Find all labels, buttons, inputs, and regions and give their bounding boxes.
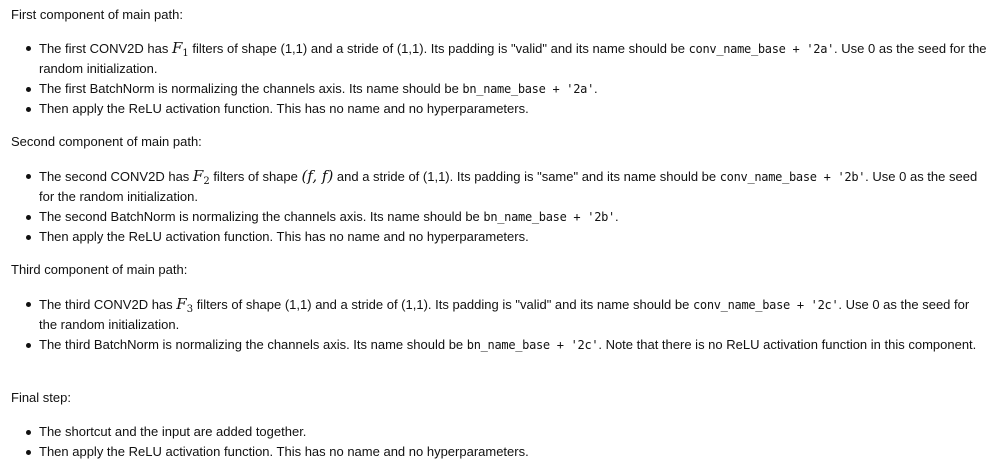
math-symbol: F — [171, 39, 183, 57]
text: . — [614, 209, 619, 224]
text: Then apply the ReLU activation function.… — [39, 229, 529, 244]
text: Then apply the ReLU activation function.… — [39, 101, 529, 116]
text: The second CONV2D has — [39, 169, 193, 184]
bullet-final-relu: Then apply the ReLU activation function.… — [11, 442, 989, 462]
bullet-third-conv2d: The third CONV2D has F3 filters of shape… — [11, 294, 989, 335]
text: The shortcut and the input are added tog… — [39, 424, 307, 439]
text: filters of shape (1,1) and a stride of (… — [188, 41, 689, 56]
math-symbol: F — [192, 167, 204, 185]
inline-code: bn_name_base + '2b' — [483, 210, 615, 224]
math-symbol: F — [176, 295, 187, 313]
bullet-second-relu: Then apply the ReLU activation function.… — [11, 227, 989, 247]
bullet-first-relu: Then apply the ReLU activation function.… — [11, 99, 989, 119]
text: Then apply the ReLU activation function.… — [39, 444, 529, 459]
bullet-third-batchnorm: The third BatchNorm is normalizing the c… — [11, 335, 989, 355]
text: and a stride of (1,1). Its padding is "s… — [333, 169, 720, 184]
inline-code: conv_name_base + '2a' — [688, 42, 835, 56]
bullet-list-first-component: The first CONV2D has F1 filters of shape… — [11, 38, 989, 119]
inline-code: bn_name_base + '2c' — [466, 338, 599, 352]
section-title-final-step: Final step: — [11, 390, 71, 405]
inline-code: conv_name_base + '2c' — [692, 298, 839, 312]
text: filters of shape (1,1) and a stride of (… — [193, 297, 693, 312]
bullet-list-second-component: The second CONV2D has F2 filters of shap… — [11, 166, 989, 247]
text: . — [594, 81, 598, 96]
text: . Note that there is no ReLU activation … — [598, 337, 977, 352]
text: The third CONV2D has — [39, 297, 177, 312]
math-f1: F1 — [171, 39, 189, 59]
inline-code: conv_name_base + '2b' — [719, 170, 866, 184]
section-title-second-component: Second component of main path: — [11, 134, 202, 149]
bullet-first-batchnorm: The first BatchNorm is normalizing the c… — [11, 79, 989, 99]
bullet-list-final-step: The shortcut and the input are added tog… — [11, 422, 989, 462]
bullet-second-conv2d: The second CONV2D has F2 filters of shap… — [11, 166, 989, 207]
bullet-first-conv2d: The first CONV2D has F1 filters of shape… — [11, 38, 989, 79]
bullet-shortcut-add: The shortcut and the input are added tog… — [11, 422, 989, 442]
text: The first BatchNorm is normalizing the c… — [39, 81, 463, 96]
text: The second BatchNorm is normalizing the … — [39, 209, 484, 224]
text: The first CONV2D has — [39, 41, 172, 56]
document: First component of main path: The first … — [0, 0, 998, 467]
text: filters of shape — [209, 169, 302, 184]
math-f3: F3 — [176, 295, 193, 315]
bullet-list-third-component: The third CONV2D has F3 filters of shape… — [11, 294, 989, 355]
math-f2: F2 — [192, 167, 210, 187]
section-title-first-component: First component of main path: — [11, 7, 183, 22]
math-filter-shape: (f, f) — [301, 167, 334, 185]
text: The third BatchNorm is normalizing the c… — [39, 337, 467, 352]
bullet-second-batchnorm: The second BatchNorm is normalizing the … — [11, 207, 989, 227]
inline-code: bn_name_base + '2a' — [462, 82, 594, 96]
section-title-third-component: Third component of main path: — [11, 262, 188, 277]
